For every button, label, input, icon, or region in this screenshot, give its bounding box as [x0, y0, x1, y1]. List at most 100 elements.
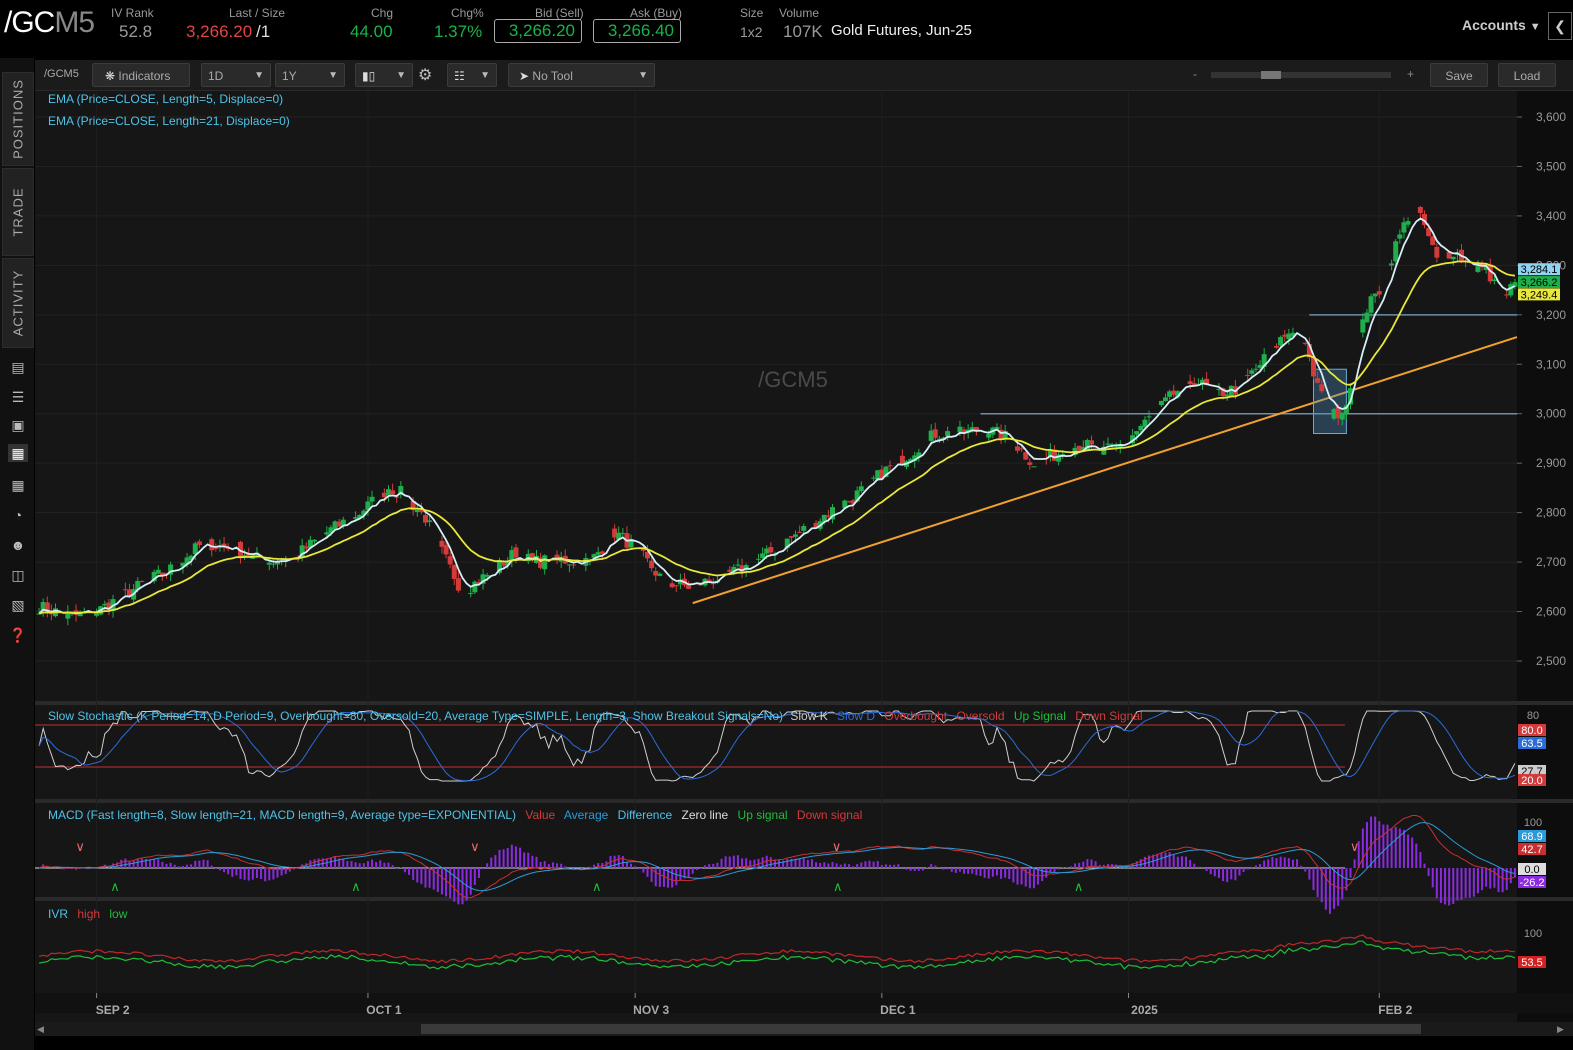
chart-icon[interactable]: ▦ — [8, 444, 28, 462]
accounts-menu[interactable]: Accounts ▼ — [1462, 17, 1541, 33]
macd-down-signal: ∨ — [1350, 839, 1360, 854]
candle-body — [513, 547, 519, 558]
y-tick-label: 2,900 — [1536, 456, 1566, 470]
chgpct-label: Chg% — [451, 6, 484, 20]
candle-body — [1142, 419, 1148, 427]
x-tick-label: FEB 2 — [1378, 1003, 1412, 1017]
calendar-tv-icon[interactable]: ▣ — [8, 416, 28, 434]
candle-body — [1376, 291, 1382, 295]
zoom-slider[interactable] — [1211, 71, 1391, 79]
scroll-left-icon[interactable]: ◀ — [37, 1024, 47, 1034]
candle-body — [649, 560, 655, 569]
candle-body — [768, 547, 774, 553]
candle-body — [1417, 207, 1423, 213]
aggregation-select[interactable]: 1D ▼ — [201, 63, 271, 87]
macd-down-signal: ∨ — [75, 839, 85, 854]
ivr-tick-label: 100 — [1524, 928, 1542, 940]
price-label: 3,266.2 — [1521, 277, 1558, 289]
grid-icon[interactable]: ▦ — [8, 476, 28, 494]
iv-rank-value: 52.8 — [119, 22, 153, 41]
ivr-header[interactable]: IVR high low — [48, 907, 128, 921]
tab-trade[interactable]: TRADE — [2, 168, 34, 256]
x-tick-label: DEC 1 — [880, 1003, 916, 1017]
tool-select[interactable]: ➤ No Tool ▼ — [508, 63, 655, 87]
y-tick-label: 2,500 — [1536, 654, 1566, 668]
chart-svg[interactable]: /GCM5 3,6003,5003,4003,3003,2003,1003,00… — [35, 91, 1573, 1031]
macd-up-signal: ∧ — [351, 879, 361, 894]
settings-icon[interactable]: ⚙ — [418, 65, 432, 85]
candle-body — [1278, 336, 1284, 346]
candle-body — [139, 580, 145, 582]
ask-button[interactable]: 3,266.40 — [593, 19, 681, 43]
legend-difference: Difference — [618, 808, 673, 822]
timeframe-select[interactable]: 1Y ▼ — [275, 63, 345, 87]
bid-button[interactable]: 3,266.20 — [494, 19, 582, 43]
macd-value-label: 0.0 — [1524, 864, 1539, 876]
people-icon[interactable]: ☻ — [8, 536, 28, 554]
candle-body — [1134, 431, 1140, 435]
save-button[interactable]: Save — [1430, 63, 1488, 87]
candle-body — [427, 520, 433, 522]
candle-body — [1302, 342, 1308, 344]
chevron-down-icon: ▼ — [328, 70, 338, 81]
stochastic-header[interactable]: Slow Stochastic (K Period=14, D Period=9… — [48, 709, 1143, 723]
stoch-value-label: 80.0 — [1521, 725, 1542, 737]
y-tick-label: 2,600 — [1536, 605, 1566, 619]
candle-body — [1249, 370, 1255, 374]
macd-up-signal: ∧ — [1074, 879, 1084, 894]
tab-positions[interactable]: POSITIONS — [2, 72, 34, 166]
candle-body — [196, 541, 202, 546]
chevron-down-icon: ▼ — [254, 70, 264, 81]
iv-rank-label: IV Rank — [111, 6, 154, 20]
list-icon[interactable]: ☰ — [8, 388, 28, 406]
zoom-slider-thumb[interactable] — [1261, 71, 1281, 79]
zoom-in-button[interactable]: + — [1407, 67, 1414, 81]
calendar-icon[interactable]: ◫ — [8, 566, 28, 584]
macd-up-signal: ∧ — [110, 879, 120, 894]
candle-body — [455, 578, 461, 591]
candle-body — [1031, 466, 1037, 468]
y-tick-label: 3,000 — [1536, 407, 1566, 421]
symbol-title[interactable]: /GCM5 — [4, 6, 95, 40]
candle-body — [1450, 256, 1456, 260]
candle-body — [443, 544, 449, 555]
load-button[interactable]: Load — [1498, 63, 1556, 87]
zoom-out-button[interactable]: - — [1193, 67, 1197, 81]
news-icon[interactable]: ▤ — [8, 358, 28, 376]
ask-label: Ask (Buy) — [630, 6, 683, 20]
horizontal-scrollbar[interactable]: ◀ ▶ — [35, 1022, 1573, 1036]
ivr-value-label: 53.5 — [1521, 957, 1542, 969]
instrument-description: Gold Futures, Jun-25 — [831, 22, 972, 39]
tab-activity[interactable]: ACTIVITY — [2, 258, 34, 348]
chart-area[interactable]: /GCM5 3,6003,5003,4003,3003,2003,1003,00… — [35, 91, 1573, 1031]
gauge-icon[interactable]: ◔ — [8, 506, 28, 524]
chevron-down-icon: ▼ — [480, 70, 490, 81]
scroll-right-icon[interactable]: ▶ — [1557, 1024, 1567, 1034]
collapse-arrow-icon[interactable]: ❮ — [1548, 12, 1572, 40]
legend-average: Average — [564, 808, 609, 822]
macd-title: MACD (Fast length=8, Slow length=21, MAC… — [48, 808, 516, 822]
macd-header[interactable]: MACD (Fast length=8, Slow length=21, MAC… — [48, 808, 862, 822]
macd-value-label: 42.7 — [1521, 844, 1542, 856]
candle-body — [213, 548, 219, 550]
candle-body — [1315, 378, 1321, 383]
candle-body — [1027, 462, 1033, 465]
y-tick-label: 2,700 — [1536, 555, 1566, 569]
candle-body — [1339, 412, 1345, 420]
ema5-study-title[interactable]: EMA (Price=CLOSE, Length=5, Displace=0) — [48, 92, 283, 106]
drawing-set-select[interactable]: ☷ ▼ — [447, 63, 497, 87]
chart-style-select[interactable]: ▮▯ ▼ — [355, 63, 413, 87]
scrollbar-thumb[interactable] — [421, 1024, 1421, 1034]
x-tick-label: 2025 — [1131, 1003, 1158, 1017]
help-icon[interactable]: ❓ — [8, 626, 28, 644]
candle-body — [1019, 448, 1025, 450]
document-icon[interactable]: ▧ — [8, 596, 28, 614]
candle-body — [945, 431, 951, 436]
cursor-icon: ➤ — [519, 69, 530, 83]
ema21-study-title[interactable]: EMA (Price=CLOSE, Length=21, Displace=0) — [48, 114, 290, 128]
indicators-button[interactable]: ❋ Indicators — [92, 63, 190, 87]
legend-oversold: Oversold — [956, 709, 1004, 723]
x-tick-label: SEP 2 — [96, 1003, 130, 1017]
legend-zero-line: Zero line — [682, 808, 729, 822]
macd-tick-label: 100 — [1524, 817, 1542, 829]
